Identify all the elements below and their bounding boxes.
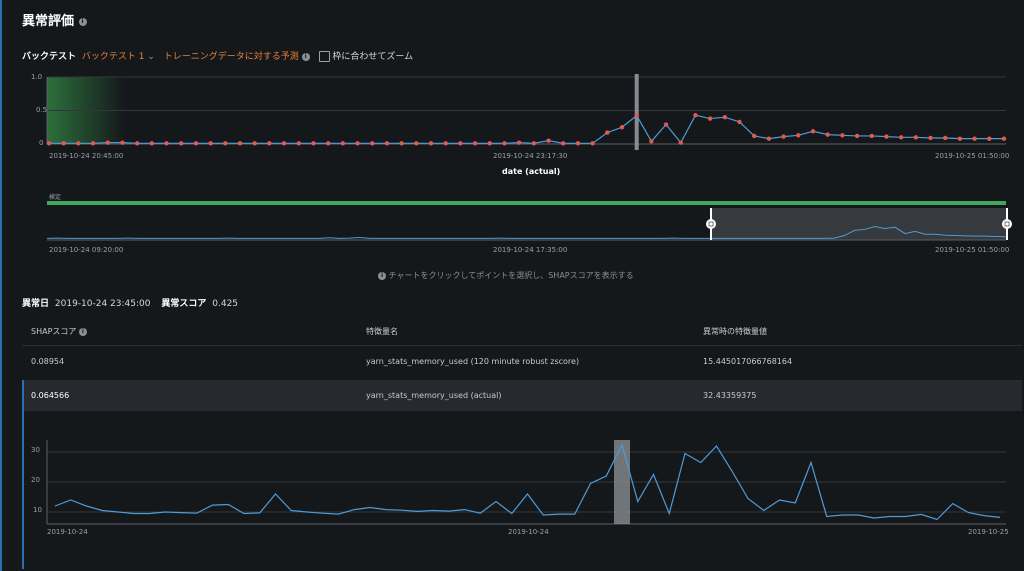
- selected-point-cursor: [614, 440, 630, 524]
- x-tick-label: 2019-10-24: [508, 528, 549, 536]
- y-tick-label: 10: [33, 506, 42, 514]
- y-tick-label: 20: [31, 476, 40, 484]
- y-tick-label: 30: [31, 446, 40, 454]
- x-tick-label: 2019-10-25: [968, 528, 1009, 536]
- x-tick-label: 2019-10-24: [47, 528, 88, 536]
- feature-detail-chart[interactable]: [0, 0, 1024, 571]
